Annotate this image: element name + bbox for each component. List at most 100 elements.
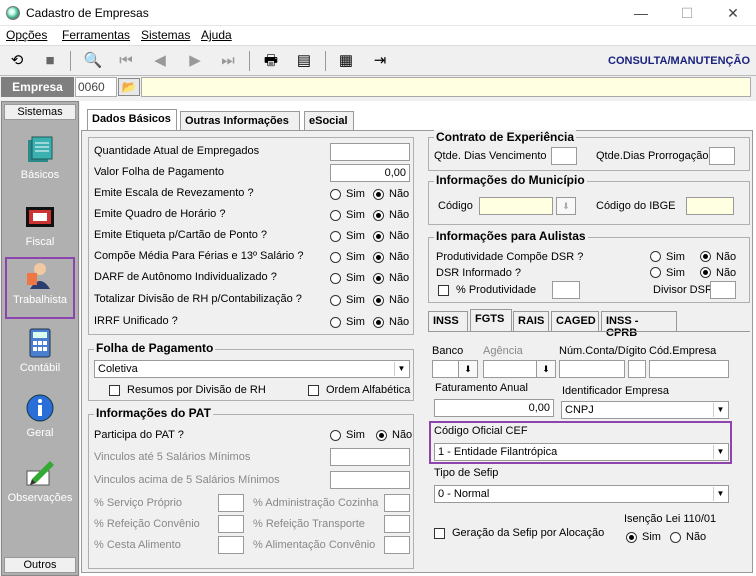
aulistas-title: Informações para Aulistas <box>434 229 588 243</box>
basic-nao-radio[interactable] <box>373 295 384 306</box>
tab-outras-informacoes[interactable]: Outras Informações <box>180 111 300 131</box>
folder-icon[interactable]: 📂 <box>118 78 140 96</box>
basic-nao-radio[interactable] <box>373 189 384 200</box>
perc-produtividade-input[interactable] <box>552 281 580 299</box>
vinc-ate-input[interactable] <box>330 448 410 466</box>
first-record-icon[interactable]: ⏮ <box>114 50 138 72</box>
tab-rais[interactable]: RAIS <box>513 311 549 331</box>
label-basic-question: Emite Quadro de Horário ? <box>94 208 226 220</box>
menu-sistemas[interactable]: Sistemas <box>141 28 190 42</box>
sidebar-item-fiscal[interactable]: Fiscal <box>5 201 75 261</box>
report-icon[interactable]: ▤ <box>292 50 316 72</box>
minimize-button[interactable]: — <box>618 0 664 26</box>
tab-esocial[interactable]: eSocial <box>304 111 354 131</box>
tab-caged[interactable]: CAGED <box>551 311 599 331</box>
perc-produtividade-checkbox[interactable] <box>438 285 449 296</box>
preview-icon[interactable]: 🔍 <box>81 50 105 72</box>
basic-nao-radio[interactable] <box>373 210 384 221</box>
isencao-nao-radio[interactable] <box>670 532 681 543</box>
folha-select[interactable]: Coletiva ▼ <box>94 360 410 378</box>
tab-inss[interactable]: INSS <box>428 311 468 331</box>
valor-folha-input[interactable]: 0,00 <box>330 164 410 182</box>
produtividade-sim-radio[interactable] <box>650 251 661 262</box>
tipo-sefip-select[interactable]: 0 - Normal ▼ <box>434 485 729 503</box>
cesta-alimento-input[interactable] <box>218 536 244 554</box>
label-qtd-empregados: Quantidade Atual de Empregados <box>94 145 260 157</box>
label-dias-prorrogacao: Qtde.Dias Prorrogação <box>596 150 709 162</box>
basic-sim-radio[interactable] <box>330 252 341 263</box>
divisor-dsr-input[interactable] <box>710 281 736 299</box>
agencia-download-icon[interactable]: ⬇ <box>536 360 556 378</box>
basic-nao-radio[interactable] <box>373 273 384 284</box>
close-button[interactable]: ✕ <box>710 0 756 26</box>
sidebar-item-contabil[interactable]: Contábil <box>5 327 75 387</box>
download-icon[interactable]: ⬇ <box>556 197 576 215</box>
empresa-code-input[interactable]: 0060 <box>75 77 117 97</box>
codigo-cef-select[interactable]: 1 - Entidade Filantrópica ▼ <box>434 443 729 461</box>
alimentacao-convenio-input[interactable] <box>384 536 410 554</box>
refeicao-transporte-input[interactable] <box>384 515 410 533</box>
digito-input[interactable] <box>628 360 646 378</box>
sidebar-item-label: Trabalhista <box>12 294 67 306</box>
basic-nao-radio[interactable] <box>373 231 384 242</box>
next-record-icon[interactable]: ▶ <box>183 50 207 72</box>
isencao-sim-radio[interactable] <box>626 532 637 543</box>
refeicao-convenio-input[interactable] <box>218 515 244 533</box>
admin-cozinha-input[interactable] <box>384 494 410 512</box>
dias-prorrogacao-input[interactable] <box>709 147 735 165</box>
servico-proprio-input[interactable] <box>218 494 244 512</box>
dias-vencimento-input[interactable] <box>551 147 577 165</box>
tab-fgts[interactable]: FGTS <box>470 309 512 331</box>
basic-sim-radio[interactable] <box>330 189 341 200</box>
basic-nao-radio[interactable] <box>373 317 384 328</box>
banco-download-icon[interactable]: ⬇ <box>458 360 478 378</box>
resumos-checkbox[interactable] <box>109 385 120 396</box>
basic-sim-radio[interactable] <box>330 231 341 242</box>
produtividade-nao-radio[interactable] <box>700 251 711 262</box>
basic-nao-radio[interactable] <box>373 252 384 263</box>
sim-label: Sim <box>346 230 365 242</box>
geracao-sefip-checkbox[interactable] <box>434 528 445 539</box>
basic-sim-radio[interactable] <box>330 295 341 306</box>
basic-sim-radio[interactable] <box>330 210 341 221</box>
vinc-acima-input[interactable] <box>330 471 410 489</box>
exit-icon[interactable]: ⇥ <box>368 50 392 72</box>
print-icon[interactable]: 🖶 <box>259 50 283 72</box>
stop-icon[interactable]: ■ <box>38 50 62 72</box>
previous-record-icon[interactable]: ◀ <box>148 50 172 72</box>
calculator-icon[interactable]: ▦ <box>334 50 358 72</box>
ordem-alfabetica-checkbox[interactable] <box>308 385 319 396</box>
qtd-empregados-input[interactable] <box>330 143 410 161</box>
app-icon <box>6 6 20 20</box>
dsr-sim-radio[interactable] <box>650 267 661 278</box>
basic-sim-radio[interactable] <box>330 273 341 284</box>
participa-sim-radio[interactable] <box>330 430 341 441</box>
sidebar-item-basicos[interactable]: Básicos <box>5 134 75 194</box>
codigo-municipio-input[interactable] <box>479 197 553 215</box>
sim-label: Sim <box>346 429 365 441</box>
menu-opcoes[interactable]: Opções <box>6 28 47 42</box>
sidebar-item-trabalhista[interactable]: Trabalhista <box>5 257 75 319</box>
maximize-button[interactable]: ☐ <box>664 0 710 26</box>
identificador-select[interactable]: CNPJ ▼ <box>561 401 729 419</box>
tab-inss-cprb[interactable]: INSS - CPRB <box>601 311 677 339</box>
undo-icon[interactable]: ⟲ <box>5 50 29 72</box>
sidebar-item-observacoes[interactable]: Observações <box>5 457 75 517</box>
sidebar-item-geral[interactable]: Geral <box>5 392 75 452</box>
menu-ajuda[interactable]: Ajuda <box>201 28 232 42</box>
menu-ferramentas[interactable]: Ferramentas <box>62 28 130 42</box>
sim-label: Sim <box>346 209 365 221</box>
faturamento-input[interactable]: 0,00 <box>434 399 554 417</box>
banco-input[interactable] <box>432 360 460 378</box>
sidebar-footer[interactable]: Outros <box>4 557 76 573</box>
dsr-nao-radio[interactable] <box>700 267 711 278</box>
sidebar-header[interactable]: Sistemas <box>4 104 76 120</box>
conta-input[interactable] <box>559 360 625 378</box>
participa-nao-radio[interactable] <box>376 430 387 441</box>
codigo-ibge-input[interactable] <box>686 197 734 215</box>
basic-sim-radio[interactable] <box>330 317 341 328</box>
tab-dados-basicos[interactable]: Dados Básicos <box>87 109 177 131</box>
last-record-icon[interactable]: ⏭ <box>216 50 240 72</box>
agencia-input[interactable] <box>483 360 539 378</box>
cod-empresa-input[interactable] <box>649 360 729 378</box>
